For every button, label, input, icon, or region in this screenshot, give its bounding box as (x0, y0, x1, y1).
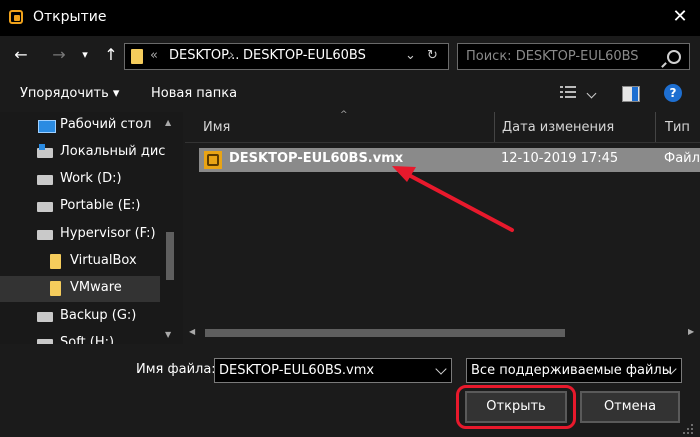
preview-pane-icon[interactable] (622, 86, 640, 102)
drive-icon (37, 230, 53, 240)
filename-value: DESKTOP-EUL60BS.vmx (219, 363, 375, 378)
filename-label: Имя файла: (136, 362, 216, 377)
sidebar-item-label: Soft (H:) (60, 335, 115, 344)
folder-icon (50, 254, 61, 269)
address-bar[interactable]: « DESKTOP... › DESKTOP-EUL60BS ⌄ ↻ (124, 43, 449, 70)
search-input[interactable]: Поиск: DESKTOP-EUL60BS (457, 43, 690, 70)
view-dropdown-chevron-icon[interactable] (586, 88, 597, 99)
navigation-bar: ← → ▾ ↑ « DESKTOP... › DESKTOP-EUL60BS ⌄… (0, 36, 700, 76)
window-title: Открытие (33, 9, 107, 25)
folder-icon (50, 281, 61, 296)
sidebar-item-local-disk[interactable]: Локальный дис (0, 140, 180, 166)
sidebar-item-vmware[interactable]: VMware (0, 276, 160, 302)
desktop-icon (38, 120, 56, 133)
sidebar-item-label: Work (D:) (60, 171, 122, 186)
address-overflow-icon[interactable]: « (150, 48, 158, 63)
sidebar-item-portable[interactable]: Portable (E:) (0, 194, 180, 220)
toolbar: Упорядочить ▾ Новая папка ? (0, 76, 700, 112)
filename-input[interactable]: DESKTOP-EUL60BS.vmx (214, 358, 452, 383)
column-divider[interactable] (655, 112, 656, 142)
resize-grip-icon[interactable] (682, 423, 694, 435)
vmware-file-icon (204, 151, 222, 169)
file-name-panel: Имя файла: DESKTOP-EUL60BS.vmx Все подде… (0, 345, 700, 437)
scroll-right-icon[interactable]: ▶ (688, 327, 694, 336)
breadcrumb-segment[interactable]: DESKTOP-EUL60BS (243, 48, 366, 63)
column-header-type[interactable]: Тип (665, 120, 690, 135)
sort-ascending-icon: ^ (340, 110, 348, 120)
sidebar-item-virtualbox[interactable]: VirtualBox (0, 249, 180, 275)
file-name: DESKTOP-EUL60BS.vmx (229, 151, 404, 166)
navigation-pane: Рабочий стол Локальный дис Work (D:) Por… (0, 112, 183, 344)
scroll-left-icon[interactable]: ◀ (189, 327, 195, 336)
sidebar-item-label: Portable (E:) (60, 198, 141, 213)
organize-button[interactable]: Упорядочить ▾ (20, 86, 119, 101)
file-type: Файл (664, 151, 700, 166)
sidebar-item-label: VMware (70, 280, 122, 295)
title-bar: Открытие ✕ (0, 0, 700, 36)
scroll-down-icon[interactable]: ▼ (165, 330, 171, 339)
annotation-arrow (392, 166, 514, 232)
open-button[interactable]: Открыть (465, 391, 567, 423)
new-folder-button[interactable]: Новая папка (151, 86, 237, 101)
sidebar-item-desktop[interactable]: Рабочий стол (0, 113, 180, 139)
close-icon[interactable]: ✕ (666, 4, 694, 30)
sidebar-item-soft[interactable]: Soft (H:) (0, 331, 180, 344)
sidebar-scrollbar[interactable]: ▲ ▼ (162, 112, 180, 344)
cancel-button-label: Отмена (603, 399, 657, 414)
filetype-value: Все поддерживаемые файлы (471, 363, 672, 378)
sidebar-item-label: Рабочий стол (60, 117, 152, 132)
sidebar-item-label: Локальный дис (60, 144, 166, 159)
breadcrumb-separator-icon: › (229, 48, 235, 63)
sidebar-item-work[interactable]: Work (D:) (0, 167, 180, 193)
column-header-row: ^ Имя Дата изменения Тип (185, 110, 700, 143)
drive-icon (37, 339, 53, 344)
up-arrow-icon[interactable]: ↑ (100, 44, 122, 66)
back-arrow-icon[interactable]: ← (10, 44, 32, 66)
address-dropdown-icon[interactable]: ⌄ (405, 48, 416, 63)
forward-arrow-icon[interactable]: → (48, 44, 70, 66)
sidebar-item-label: VirtualBox (70, 253, 137, 268)
column-header-date[interactable]: Дата изменения (502, 120, 614, 135)
drive-icon (37, 312, 53, 322)
column-header-name[interactable]: Имя (203, 120, 230, 135)
scrollbar-thumb[interactable] (205, 329, 565, 337)
drive-icon (37, 175, 53, 185)
scroll-up-icon[interactable]: ▲ (165, 118, 171, 127)
vmware-app-icon (9, 10, 23, 24)
filetype-select[interactable]: Все поддерживаемые файлы (466, 358, 682, 383)
sidebar-item-label: Backup (G:) (60, 308, 137, 323)
cancel-button[interactable]: Отмена (580, 391, 680, 423)
column-divider[interactable] (494, 112, 495, 142)
help-icon[interactable]: ? (664, 84, 682, 102)
view-options-icon[interactable] (560, 85, 576, 101)
refresh-icon[interactable]: ↻ (427, 48, 438, 63)
folder-icon (131, 49, 143, 64)
sidebar-item-hypervisor[interactable]: Hypervisor (F:) (0, 222, 180, 248)
scrollbar-thumb[interactable] (166, 232, 174, 280)
chevron-down-icon[interactable] (435, 363, 447, 375)
recent-locations-chevron-icon[interactable]: ▾ (79, 44, 91, 66)
windows-logo-icon (39, 144, 45, 150)
sidebar-item-label: Hypervisor (F:) (60, 226, 156, 241)
search-placeholder: Поиск: DESKTOP-EUL60BS (466, 49, 639, 64)
horizontal-scrollbar[interactable]: ◀ ▶ (185, 325, 700, 343)
open-button-label: Открыть (486, 399, 546, 414)
search-icon[interactable] (667, 50, 681, 64)
drive-icon (37, 202, 53, 212)
sidebar-item-backup[interactable]: Backup (G:) (0, 304, 180, 330)
